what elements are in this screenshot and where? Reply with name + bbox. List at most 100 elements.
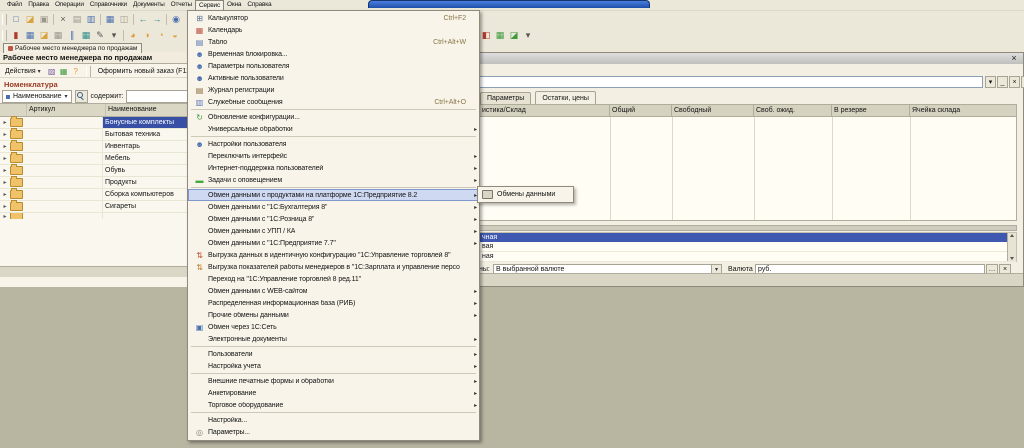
- menu-item[interactable]: Обмен данными с "1С:Предприятие 7.7": [188, 237, 479, 249]
- menu-item[interactable]: Обмен данными с WEB-сайтом: [188, 285, 479, 297]
- menubar-item[interactable]: Справочники: [87, 0, 130, 10]
- menu-item[interactable]: ☻ Настройки пользователя: [188, 138, 479, 150]
- menubar-item[interactable]: Сервис: [195, 0, 224, 11]
- menu-item[interactable]: ↻ Обновление конфигурации...: [188, 111, 479, 123]
- expand-arrow-icon[interactable]: [0, 179, 10, 186]
- filter-field-combo[interactable]: Наименование: [2, 90, 72, 103]
- open-icon[interactable]: ◪: [23, 13, 37, 26]
- menu-item[interactable]: ▣ Обмен через 1С:Сеть: [188, 321, 479, 333]
- menu-item[interactable]: Анкетирование: [188, 387, 479, 399]
- menu-item[interactable]: ▦ Календарь: [188, 24, 479, 36]
- price-row[interactable]: вая: [480, 242, 1016, 252]
- help-icon[interactable]: ?: [70, 66, 82, 77]
- stock-column-header[interactable]: Свободный: [672, 105, 754, 116]
- menubar-item[interactable]: Справка: [244, 0, 274, 10]
- toolbar-grip[interactable]: [2, 30, 7, 41]
- menu-item[interactable]: ▥ Служебные сообщения Ctrl+Alt+O: [188, 96, 479, 108]
- menu-item[interactable]: Распределенная информационная база (РИБ): [188, 297, 479, 309]
- expand-arrow-icon[interactable]: [0, 167, 10, 174]
- menu-item[interactable]: ▤ Табло Ctrl+Alt+W: [188, 36, 479, 48]
- menu-item[interactable]: Переключить интерфейс: [188, 150, 479, 162]
- folder-export-icon[interactable]: ◪: [507, 29, 521, 42]
- cut-icon[interactable]: ×: [56, 13, 70, 26]
- menu-item[interactable]: Переход на "1С:Управление торговлей 8 ре…: [188, 273, 479, 285]
- toolbar-separator[interactable]: [123, 30, 124, 41]
- coins-icon[interactable]: ◑: [140, 29, 154, 42]
- more-dropdown-icon[interactable]: ▾: [521, 29, 535, 42]
- exchange-icon[interactable]: ◧: [479, 29, 493, 42]
- expand-arrow-icon[interactable]: [0, 155, 10, 162]
- toolbar-separator[interactable]: [166, 14, 167, 25]
- inner-window-titlebar[interactable]: ×: [471, 53, 1023, 64]
- print-icon[interactable]: ▦: [103, 13, 117, 26]
- menu-item[interactable]: ⇅ Выгрузка показателей работы менеджеров…: [188, 261, 479, 273]
- menu-item[interactable]: ☻ Параметры пользователя: [188, 60, 479, 72]
- header-article[interactable]: Артикул: [27, 104, 106, 116]
- report-book-icon[interactable]: ▮: [9, 29, 23, 42]
- scroll-up-icon[interactable]: [1010, 234, 1014, 237]
- menu-item[interactable]: Обмен данными с УПП / КА: [188, 225, 479, 237]
- document-tab[interactable]: Рабочее место менеджера по продажам: [3, 43, 142, 53]
- print-folder-icon[interactable]: ◪: [37, 29, 51, 42]
- money-icon[interactable]: ◒: [168, 29, 182, 42]
- new-order-button[interactable]: Оформить новый заказ (F11): [95, 66, 195, 77]
- clear-icon[interactable]: ×: [1009, 76, 1020, 88]
- menu-item[interactable]: Настройка учета: [188, 360, 479, 372]
- menu-item[interactable]: Обмен данными с продуктами на платформе …: [188, 189, 479, 201]
- menubar-item[interactable]: Правка: [25, 0, 52, 10]
- menu-item[interactable]: Интернет-поддержка пользователей: [188, 162, 479, 174]
- price-row[interactable]: чная: [480, 233, 1016, 242]
- print-document-icon[interactable]: ▦: [23, 29, 37, 42]
- menubar-item[interactable]: Окна: [224, 0, 244, 10]
- item-search-input[interactable]: [478, 76, 983, 88]
- dropdown-icon[interactable]: ▾: [107, 29, 121, 42]
- preview-icon[interactable]: ◫: [117, 13, 131, 26]
- columns-icon[interactable]: ∥: [65, 29, 79, 42]
- table-icon[interactable]: ▦: [79, 29, 93, 42]
- menu-item[interactable]: ☻ Временная блокировка...: [188, 48, 479, 60]
- paste-icon[interactable]: ▥: [84, 13, 98, 26]
- details-tab[interactable]: Остатки, цены: [535, 91, 596, 105]
- menu-item[interactable]: Внешние печатные формы и обработки: [188, 375, 479, 387]
- stock-column-header[interactable]: Своб. ожид.: [754, 105, 832, 116]
- menu-item[interactable]: Обмен данными с "1С:Розница 8": [188, 213, 479, 225]
- menu-item[interactable]: ▬ Задачи с оповещением: [188, 174, 479, 186]
- currency-icon[interactable]: ◕: [126, 29, 140, 42]
- clock-icon[interactable]: ◔: [154, 29, 168, 42]
- dropdown-icon[interactable]: ▾: [985, 76, 996, 88]
- menu-item[interactable]: Прочие обмены данными: [188, 309, 479, 321]
- expand-arrow-icon[interactable]: [0, 213, 10, 219]
- toolbar-separator[interactable]: [100, 14, 101, 25]
- magnifier-button[interactable]: [75, 90, 88, 103]
- add-rows-icon[interactable]: ▨: [46, 66, 58, 77]
- menubar-item[interactable]: Операции: [52, 0, 87, 10]
- close-icon[interactable]: ×: [1009, 54, 1019, 63]
- menu-item[interactable]: ◎ Параметры...: [188, 426, 479, 438]
- menubar-item[interactable]: Файл: [4, 0, 25, 10]
- menubar-item[interactable]: Документы: [130, 0, 168, 10]
- menubar-item[interactable]: Отчеты: [168, 0, 195, 10]
- copy-icon[interactable]: ▤: [70, 13, 84, 26]
- menu-item[interactable]: ⊞ Калькулятор Ctrl+F2: [188, 12, 479, 24]
- toolbar-grip[interactable]: [2, 14, 7, 25]
- menu-item[interactable]: Торговое оборудование: [188, 399, 479, 411]
- scroll-down-icon[interactable]: [1010, 257, 1014, 260]
- stock-column-header[interactable]: В резерве: [832, 105, 910, 116]
- menu-item[interactable]: Настройка...: [188, 414, 479, 426]
- filter-value-input[interactable]: [126, 90, 190, 103]
- price-scrollbar[interactable]: [1007, 233, 1016, 261]
- export-table-icon[interactable]: ▦: [58, 66, 70, 77]
- forward-icon[interactable]: →: [150, 13, 164, 26]
- menu-item[interactable]: ▤ Журнал регистрации: [188, 84, 479, 96]
- expand-arrow-icon[interactable]: [0, 191, 10, 198]
- submenu-item[interactable]: Обмены данными: [478, 187, 573, 202]
- menu-item[interactable]: Электронные документы: [188, 333, 479, 345]
- stock-column-header[interactable]: Общий: [610, 105, 672, 116]
- save-icon[interactable]: ▣: [37, 13, 51, 26]
- new-document-icon[interactable]: □: [9, 13, 23, 26]
- minimize-icon[interactable]: _: [997, 76, 1008, 88]
- back-icon[interactable]: ←: [136, 13, 150, 26]
- actions-button[interactable]: Действия: [2, 66, 44, 77]
- toolbar-separator[interactable]: [53, 14, 54, 25]
- price-row[interactable]: ная: [480, 252, 1016, 262]
